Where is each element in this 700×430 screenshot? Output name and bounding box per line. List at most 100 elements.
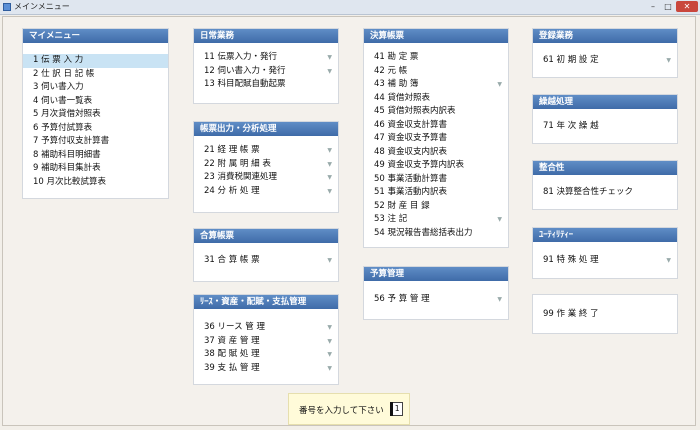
panel-header: マイメニュー (23, 29, 168, 43)
panel-registration: 登録業務 61 初 期 設 定 ▼ (532, 28, 678, 78)
menu-list: 91 特 殊 処 理 ▼ (533, 242, 677, 268)
menu-item-label: 61 初 期 設 定 (543, 55, 599, 65)
maximize-button[interactable]: □ (661, 1, 675, 12)
menu-item[interactable]: 91 特 殊 処 理 ▼ (533, 254, 677, 268)
menu-item[interactable]: 50 事業活動計算書 (364, 173, 508, 187)
menu-item[interactable]: 45 貸借対照表内訳表 (364, 105, 508, 119)
menu-item-label: 48 資金収支内訳表 (374, 146, 448, 157)
menu-item[interactable]: 53 注 記 ▼ (364, 213, 508, 227)
menu-item-label: 8 補助科目明細書 (33, 149, 101, 160)
menu-item[interactable]: 51 事業活動内訳表 (364, 186, 508, 200)
menu-item[interactable]: 44 貸借対照表 (364, 92, 508, 106)
panel-consolidated: 合算帳票 31 合 算 帳 票 ▼ (193, 228, 339, 282)
panel-daily: 日常業務 11 伝票入力・発行 ▼ 12 伺い書入力・発行 ▼ 13 科目配賦自動起票 (193, 28, 339, 104)
menu-item[interactable]: 71 年 次 繰 越 (533, 120, 677, 134)
chevron-down-icon: ▼ (327, 351, 332, 358)
menu-item-label: 38 配 賦 処 理 (204, 349, 260, 359)
menu-item[interactable]: 37 資 産 管 理 ▼ (194, 335, 338, 349)
chevron-down-icon: ▼ (327, 147, 332, 154)
menu-item[interactable]: 23 消費税関連処理 ▼ (194, 171, 338, 185)
menu-item[interactable]: 41 勘 定 票 (364, 51, 508, 65)
menu-item-label: 13 科目配賦自動起票 (204, 79, 286, 89)
menu-item[interactable]: 49 資金収支予算内訳表 (364, 159, 508, 173)
menu-item[interactable]: 12 伺い書入力・発行 ▼ (194, 65, 338, 79)
menu-item[interactable]: 2 仕 訳 日 記 帳 (23, 68, 168, 82)
panel-header: 予算管理 (364, 267, 508, 281)
menu-item-label: 4 伺い書一覧表 (33, 95, 93, 106)
menu-item[interactable]: 38 配 賦 処 理 ▼ (194, 348, 338, 362)
menu-item[interactable]: 13 科目配賦自動起票 (194, 78, 338, 92)
menu-item-label: 21 経 理 帳 票 (204, 145, 260, 155)
chevron-down-icon: ▼ (327, 257, 332, 264)
input-prompt-label: 番号を入力して下さい (299, 406, 384, 416)
menu-list: 61 初 期 設 定 ▼ (533, 43, 677, 68)
menu-item-label: 91 特 殊 処 理 (543, 255, 599, 265)
panel-budget: 予算管理 56 予 算 管 理 ▼ (363, 266, 509, 320)
menu-item[interactable]: 31 合 算 帳 票 ▼ (194, 254, 338, 268)
menu-list: 81 決算整合性チェック (533, 175, 677, 200)
menu-item[interactable]: 99 作 業 終 了 (533, 308, 677, 322)
menu-item[interactable]: 56 予 算 管 理 ▼ (364, 293, 508, 307)
menu-item[interactable]: 3 伺い書入力 (23, 81, 168, 95)
chevron-down-icon: ▼ (327, 324, 332, 331)
menu-item[interactable]: 54 現況報告書総括表出力 (364, 227, 508, 241)
panel-closing: 決算帳票 41 勘 定 票 42 元 帳 43 補 助 簿 ▼ 44 貸借対照表 45 貸… (363, 28, 509, 248)
menu-item[interactable]: 21 経 理 帳 票 ▼ (194, 144, 338, 158)
menu-item-label: 43 補 助 簿 (374, 79, 419, 89)
menu-item[interactable]: 39 支 払 管 理 ▼ (194, 362, 338, 376)
menu-item-label: 6 予算付試算表 (33, 122, 93, 133)
menu-item[interactable]: 61 初 期 設 定 ▼ (533, 54, 677, 68)
panel-header: 登録業務 (533, 29, 677, 43)
menu-item-label: 41 勘 定 票 (374, 52, 419, 62)
menu-list: 21 経 理 帳 票 ▼ 22 附 属 明 細 表 ▼ 23 消費税関連処理 ▼ 24 分 … (194, 136, 338, 198)
menu-item[interactable]: 24 分 析 処 理 ▼ (194, 185, 338, 199)
menu-item-label: 24 分 析 処 理 (204, 185, 260, 196)
menu-item[interactable]: 11 伝票入力・発行 ▼ (194, 51, 338, 65)
close-button[interactable]: ✕ (676, 1, 698, 12)
menu-item[interactable]: 10 月次比較試算表 (23, 176, 168, 190)
menu-item-label: 49 資金収支予算内訳表 (374, 160, 465, 170)
menu-item[interactable]: 48 資金収支内訳表 (364, 146, 508, 160)
menu-item-label: 99 作 業 終 了 (543, 309, 599, 319)
app-icon (3, 3, 11, 11)
menu-list: 56 予 算 管 理 ▼ (364, 281, 508, 307)
menu-item-label: 47 資金収支予算書 (374, 133, 448, 143)
chevron-down-icon: ▼ (327, 364, 332, 372)
panel-lease: ﾘｰｽ・資産・配賦・支払管理 36 リース 管 理 ▼ 37 資 産 管 理 ▼ 38 … (193, 294, 339, 385)
menu-item[interactable]: 4 伺い書一覧表 (23, 95, 168, 109)
minimize-button[interactable]: – (646, 1, 660, 12)
menu-item[interactable]: 47 資金収支予算書 (364, 132, 508, 146)
title-bar: メインメニュー – □ ✕ (0, 0, 700, 15)
menu-item[interactable]: 36 リース 管 理 ▼ (194, 321, 338, 335)
menu-item-label: 2 仕 訳 日 記 帳 (33, 68, 95, 79)
menu-item[interactable]: 46 資金収支計算書 (364, 119, 508, 133)
menu-item-label: 5 月次貸借対照表 (33, 109, 101, 119)
chevron-down-icon: ▼ (327, 160, 332, 168)
menu-list: 31 合 算 帳 票 ▼ (194, 243, 338, 268)
menu-item[interactable]: 43 補 助 簿 ▼ (364, 78, 508, 92)
panel-header: 日常業務 (194, 29, 338, 43)
menu-item[interactable]: 42 元 帳 (364, 65, 508, 79)
panel-header: 決算帳票 (364, 29, 508, 43)
menu-item[interactable]: 81 決算整合性チェック (533, 186, 677, 200)
menu-item-label: 71 年 次 繰 越 (543, 121, 599, 131)
menu-item-label: 45 貸借対照表内訳表 (374, 106, 456, 116)
menu-item-label: 23 消費税関連処理 (204, 172, 278, 182)
menu-item-label: 51 事業活動内訳表 (374, 187, 448, 197)
menu-item[interactable]: 1 伝 票 入 力 (23, 54, 168, 68)
menu-item[interactable]: 22 附 属 明 細 表 ▼ (194, 158, 338, 172)
menu-list: 71 年 次 繰 越 (533, 109, 677, 134)
chevron-down-icon: ▼ (327, 174, 332, 181)
menu-item[interactable]: 5 月次貸借対照表 (23, 108, 168, 122)
panel-main-menu: マイメニュー 1 伝 票 入 力 2 仕 訳 日 記 帳 3 伺い書入力 4 伺い書一… (22, 28, 169, 199)
menu-item[interactable]: 8 補助科目明細書 (23, 149, 168, 163)
chevron-down-icon: ▼ (497, 216, 502, 223)
menu-item[interactable]: 6 予算付試算表 (23, 122, 168, 136)
command-input-area: 番号を入力して下さい 1 (288, 393, 410, 425)
menu-item[interactable]: 9 補助科目集計表 (23, 162, 168, 176)
menu-item[interactable]: 7 予算付収支計算書 (23, 135, 168, 149)
menu-item-label: 3 伺い書入力 (33, 82, 84, 92)
menu-item[interactable]: 52 財 産 目 録 (364, 200, 508, 214)
menu-item-label: 22 附 属 明 細 表 (204, 158, 271, 169)
panel-header: 整合性 (533, 161, 677, 175)
